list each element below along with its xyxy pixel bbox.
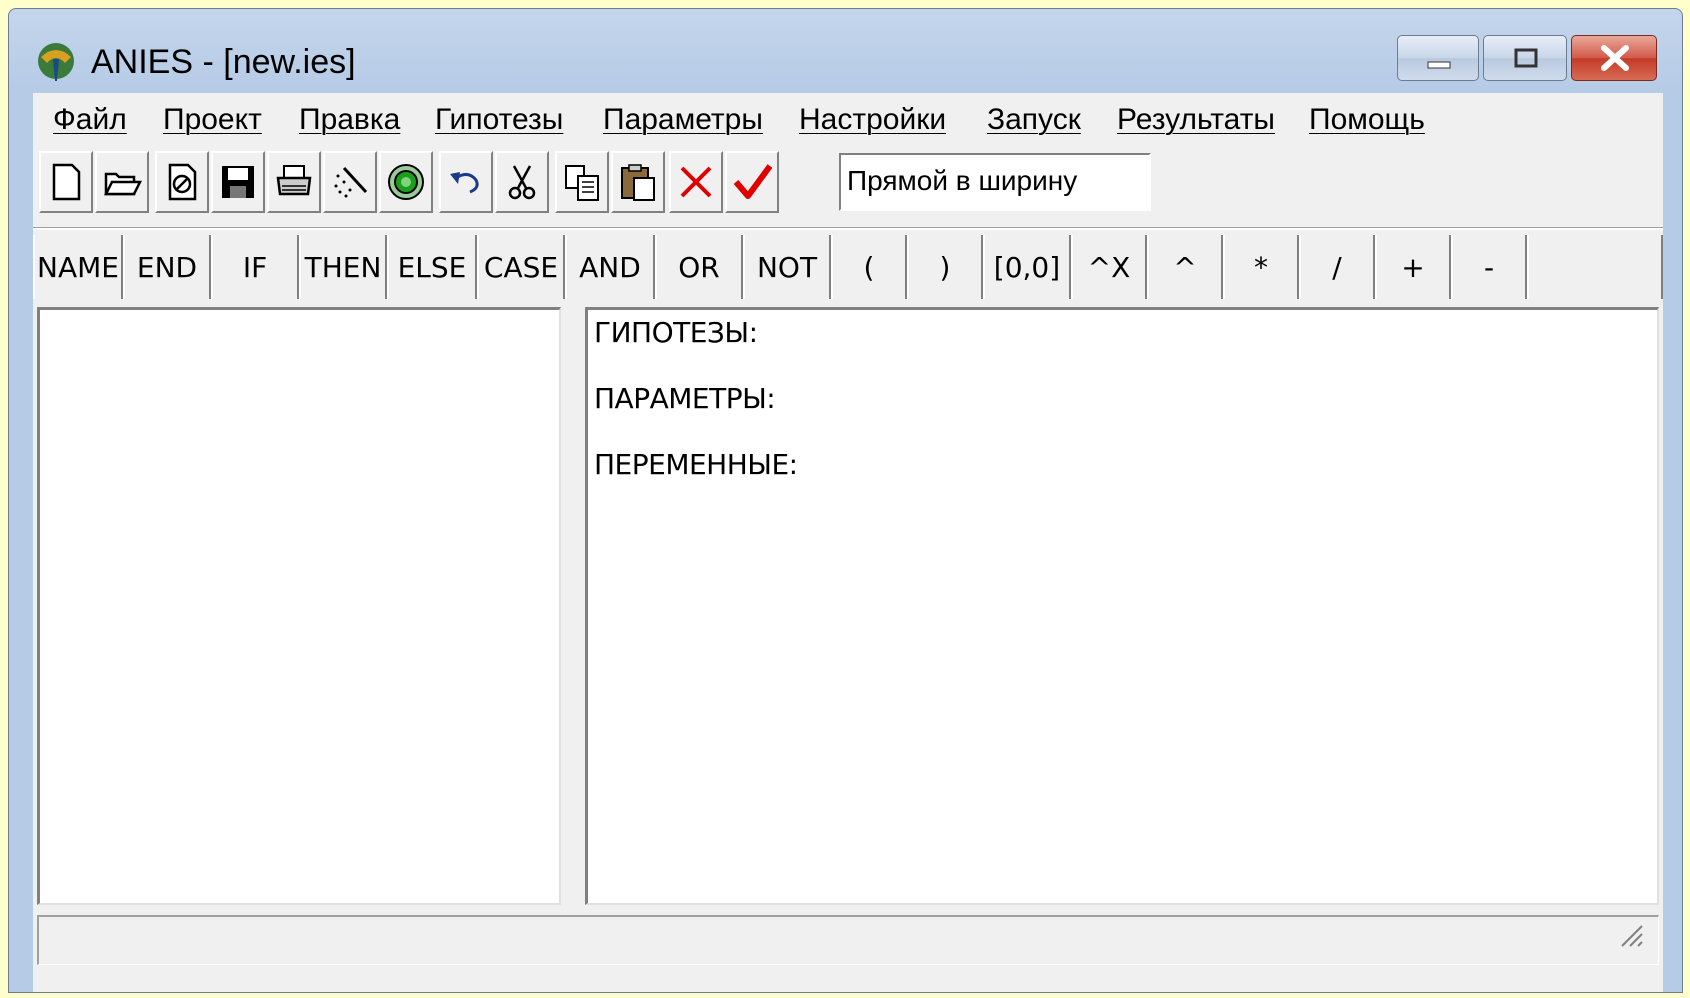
keyword-else-button[interactable]: ELSE xyxy=(387,235,477,299)
app-window: ANIES - [new.ies] Файл Проект Правка Гип… xyxy=(8,8,1683,993)
undo-button[interactable] xyxy=(439,151,493,213)
copy-button[interactable] xyxy=(555,151,609,213)
keyword-then-button[interactable]: THEN xyxy=(299,235,387,299)
delete-icon xyxy=(680,166,712,198)
minus-button[interactable]: - xyxy=(1451,235,1527,299)
window-title: ANIES - [new.ies] xyxy=(91,43,356,81)
paste-button[interactable] xyxy=(611,151,665,213)
target-icon xyxy=(388,164,424,200)
toolbar-separator xyxy=(33,227,1663,230)
plus-button[interactable]: + xyxy=(1375,235,1451,299)
print-icon xyxy=(276,165,312,196)
menu-file[interactable]: Файл xyxy=(53,103,127,137)
close-icon xyxy=(1601,45,1629,71)
editor-panel[interactable]: ГИПОТЕЗЫ: ПАРАМЕТРЫ: ПЕРЕМЕННЫЕ: xyxy=(585,307,1659,905)
delete-button[interactable] xyxy=(669,151,723,213)
power-button[interactable]: ^ xyxy=(1147,235,1223,299)
maximize-button[interactable] xyxy=(1483,35,1567,81)
menu-bar: Файл Проект Правка Гипотезы Параметры На… xyxy=(33,93,1663,149)
search-mode-combo[interactable]: Прямой в ширину xyxy=(839,153,1151,211)
magic-wand-icon xyxy=(334,166,368,198)
wizard-button[interactable] xyxy=(323,151,377,213)
paste-icon xyxy=(621,164,655,201)
new-document-icon xyxy=(52,163,81,201)
editor-line-parameters: ПАРАМЕТРЫ: xyxy=(594,382,776,415)
multiply-button[interactable]: * xyxy=(1223,235,1299,299)
keyword-and-button[interactable]: AND xyxy=(565,235,655,299)
cut-icon xyxy=(508,165,536,200)
keyword-if-button[interactable]: IF xyxy=(211,235,299,299)
menu-edit[interactable]: Правка xyxy=(299,103,400,137)
check-button[interactable] xyxy=(725,151,779,213)
status-bar xyxy=(37,915,1659,965)
minimize-button[interactable] xyxy=(1397,35,1479,81)
new-button[interactable] xyxy=(39,151,93,213)
menu-results[interactable]: Результаты xyxy=(1117,103,1275,137)
keyword-not-button[interactable]: NOT xyxy=(743,235,831,299)
restore-icon xyxy=(1514,48,1538,68)
divide-button[interactable]: / xyxy=(1299,235,1375,299)
close-window-button[interactable] xyxy=(1571,35,1657,81)
editor-line-hypotheses: ГИПОТЕЗЫ: xyxy=(594,316,758,349)
undo-icon xyxy=(450,172,479,194)
minimize-icon xyxy=(1427,61,1451,69)
tree-panel[interactable] xyxy=(37,307,561,905)
menu-settings[interactable]: Настройки xyxy=(799,103,946,137)
menu-parameters[interactable]: Параметры xyxy=(603,103,763,137)
keyword-or-button[interactable]: OR xyxy=(655,235,743,299)
menu-project[interactable]: Проект xyxy=(163,103,262,137)
open-paren-button[interactable]: ( xyxy=(831,235,907,299)
keyword-case-button[interactable]: CASE xyxy=(477,235,565,299)
client-area: Файл Проект Правка Гипотезы Параметры На… xyxy=(33,93,1663,992)
check-icon xyxy=(733,164,772,199)
app-logo-icon xyxy=(38,43,74,81)
editor-line-variables: ПЕРЕМЕННЫЕ: xyxy=(594,448,798,481)
cut-button[interactable] xyxy=(495,151,549,213)
keyword-name-button[interactable]: NAME xyxy=(33,235,123,299)
print-button[interactable] xyxy=(267,151,321,213)
close-paren-button[interactable]: ) xyxy=(907,235,983,299)
resize-grip-icon[interactable] xyxy=(1616,920,1644,948)
menu-run[interactable]: Запуск xyxy=(987,103,1081,137)
save-icon xyxy=(222,166,254,198)
close-file-button[interactable] xyxy=(155,151,209,213)
menu-help[interactable]: Помощь xyxy=(1309,103,1425,137)
target-button[interactable] xyxy=(379,151,433,213)
copy-icon xyxy=(565,165,599,201)
keyword-end-button[interactable]: END xyxy=(123,235,211,299)
range-button[interactable]: [0,0] xyxy=(983,235,1071,299)
title-bar[interactable]: ANIES - [new.ies] xyxy=(9,9,1682,93)
close-document-icon xyxy=(168,163,197,201)
toolbar: Прямой в ширину xyxy=(33,151,1663,219)
power-x-button[interactable]: ^X xyxy=(1071,235,1147,299)
open-button[interactable] xyxy=(95,151,149,213)
keyword-bar-overflow xyxy=(1527,235,1663,299)
keyword-bar: NAME END IF THEN ELSE CASE AND OR NOT ( … xyxy=(33,235,1663,299)
save-button[interactable] xyxy=(211,151,265,213)
menu-hypotheses[interactable]: Гипотезы xyxy=(435,103,563,137)
open-folder-icon xyxy=(103,172,142,196)
